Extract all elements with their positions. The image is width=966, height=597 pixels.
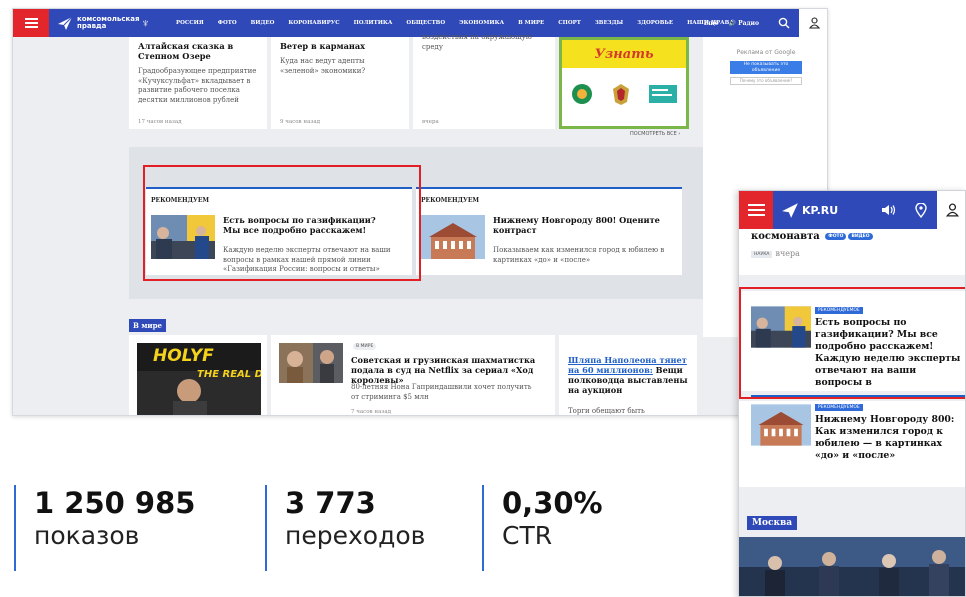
nav-item-politics[interactable]: Политика — [354, 20, 393, 26]
card-lead: Градообразующее предприятие «Кучуксульфа… — [138, 67, 257, 104]
gas-logo-icon — [572, 84, 592, 104]
stat-value: 3 773 — [285, 486, 376, 520]
why-ad-link[interactable]: Почему это объявление? — [730, 77, 802, 85]
divider — [751, 395, 965, 397]
card-time: 9 часов назад — [280, 119, 321, 125]
nn800-thumbnail — [751, 404, 811, 446]
image-text-1: HOLYF — [153, 346, 214, 366]
world-card-image[interactable]: HOLYF THE REAL D — [129, 335, 267, 415]
search-icon[interactable] — [769, 9, 799, 37]
nav-item-video[interactable]: Видео — [251, 20, 275, 26]
article-meta: Наука вчера — [751, 249, 800, 258]
chess-thumbnail — [279, 343, 343, 383]
desktop-top-nav: Комсомольская правда ♆ Россия Фото Видео… — [13, 9, 827, 37]
logo-text: Комсомольская правда — [77, 15, 140, 30]
hide-ad-button[interactable]: Не показывать это объявление — [730, 61, 802, 74]
ad-button[interactable]: Узнать — [562, 40, 686, 68]
card-time: 17 часов назад — [138, 119, 182, 125]
kp-logo[interactable]: Комсомольская правда ♆ — [57, 15, 150, 31]
nav-audio[interactable]: 🔊 Радио — [729, 20, 759, 27]
photo-badge: Фото — [825, 233, 847, 240]
nav-item-sport[interactable]: Спорт — [558, 20, 581, 26]
stat-label: переходов — [285, 521, 426, 550]
stat-ctr: 0,30% CTR — [482, 485, 603, 571]
ad-emblems — [562, 68, 686, 106]
world-card-lead: Торги обещают быть — [568, 407, 645, 415]
nav-item-photo[interactable]: Фото — [218, 20, 237, 26]
recommend-lead: Показываем как изменился город к юбилею … — [493, 246, 665, 264]
nav-items: Россия Фото Видео Коронавирус Политика О… — [176, 20, 734, 26]
world-tag: В мире — [353, 343, 377, 350]
plane-logo-icon — [58, 16, 73, 30]
world-card-time: 7 часов назад — [351, 409, 392, 415]
highlight-frame — [739, 287, 965, 399]
recommend-title: Нижнему Новгороду 800: Как изменился гор… — [815, 414, 955, 461]
news-card[interactable]: Ветер в карманах Куда нас ведут адепты «… — [271, 37, 409, 129]
mobile-top-article[interactable]: космонавта Фото Видео Наука вчера — [739, 229, 965, 275]
boxer-photo: HOLYF THE REAL D — [137, 343, 261, 415]
card-title: Алтайская сказка в Степном Озере — [138, 41, 234, 61]
nav-item-health[interactable]: Здоровье — [637, 20, 673, 26]
see-all-link[interactable]: Посмотреть все › — [630, 131, 680, 137]
audio-icon[interactable] — [873, 191, 905, 229]
card-lead: Куда нас ведут адепты «зеленой» экономик… — [280, 57, 366, 75]
nav-item-stars[interactable]: Звезды — [595, 20, 623, 26]
stat-label: CTR — [502, 521, 553, 550]
world-card-title: Советская и грузинская шахматистка подал… — [351, 355, 536, 385]
nav-more[interactable]: Еще — [704, 20, 719, 27]
nav-item-covid[interactable]: Коронавирус — [288, 20, 339, 26]
mobile-recommend-nn800[interactable]: Рекомендуемое Нижнему Новгороду 800: Как… — [739, 401, 965, 487]
logo-text: KP.RU — [802, 203, 839, 217]
stat-value: 1 250 985 — [34, 486, 196, 520]
ad-banner[interactable]: Узнать — [559, 37, 689, 129]
world-card-title: Шляпа Наполеона тянет на 60 миллионов: В… — [568, 355, 688, 395]
card-lead: воздействия на окружающую среду — [422, 33, 532, 51]
menu-icon[interactable] — [13, 9, 49, 37]
location-icon[interactable] — [905, 191, 937, 229]
recommend-title: Нижнему Новгороду 800! Оцените контраст — [493, 215, 660, 235]
nav-right: Еще 🔊 Радио — [704, 9, 827, 37]
stat-value: 0,30% — [502, 486, 603, 520]
world-card-napoleon[interactable]: Шляпа Наполеона тянет на 60 миллионов: В… — [559, 335, 697, 415]
mobile-screenshot: KP.RU космонавта Фото Видео Наука вчера — [738, 190, 966, 597]
image-text-2: THE REAL D — [197, 369, 261, 380]
video-badge: Видео — [848, 233, 873, 240]
news-card[interactable]: воздействия на окружающую среду вчера — [413, 33, 555, 129]
recommend-card-nn800[interactable]: Рекомендуем Нижнему Новгороду 800! Оцени… — [416, 187, 682, 275]
emblem-icon: ♆ — [141, 16, 150, 30]
coat-of-arms-icon — [613, 84, 629, 105]
stat-impressions: 1 250 985 показов — [14, 485, 195, 571]
highlight-frame — [143, 165, 421, 281]
program-logo-icon — [649, 85, 677, 103]
nn800-thumbnail — [421, 215, 485, 259]
nav-item-economy[interactable]: Экономика — [459, 20, 504, 26]
card-time: вчера — [422, 119, 439, 125]
menu-icon[interactable] — [739, 191, 773, 229]
nav-item-world[interactable]: В мире — [518, 20, 544, 26]
news-card[interactable]: Алтайская сказка в Степном Озере Градооб… — [129, 37, 267, 129]
section-label-world[interactable]: В мире — [129, 319, 166, 332]
plane-logo-icon — [782, 203, 798, 218]
stat-label: показов — [34, 521, 140, 550]
stat-clicks: 3 773 переходов — [265, 485, 425, 571]
nav-item-russia[interactable]: Россия — [176, 20, 204, 26]
section-label-moscow[interactable]: Москва — [747, 516, 798, 530]
moscow-photo — [739, 537, 965, 596]
desktop-screenshot: Комсомольская правда ♆ Россия Фото Видео… — [12, 8, 828, 416]
world-card-chess[interactable]: В мире Советская и грузинская шахматистк… — [271, 335, 555, 415]
kp-logo[interactable]: KP.RU — [781, 201, 838, 219]
mobile-top-nav: KP.RU — [739, 191, 965, 229]
recommend-chip: Рекомендуемое — [815, 404, 863, 411]
nav-item-society[interactable]: Общество — [406, 20, 445, 26]
article-title-fragment: космонавта Фото Видео — [751, 231, 873, 242]
card-title: Ветер в карманах — [280, 41, 366, 51]
recommend-label: Рекомендуем — [421, 197, 480, 204]
user-icon[interactable] — [937, 191, 965, 229]
ad-google-label: Реклама от Google — [736, 49, 796, 56]
mobile-nav-icons — [873, 191, 965, 229]
science-tag[interactable]: Наука — [751, 250, 773, 258]
user-icon[interactable] — [799, 9, 827, 37]
world-card-lead: 80-летняя Нона Гаприндашвили хочет получ… — [351, 383, 532, 401]
